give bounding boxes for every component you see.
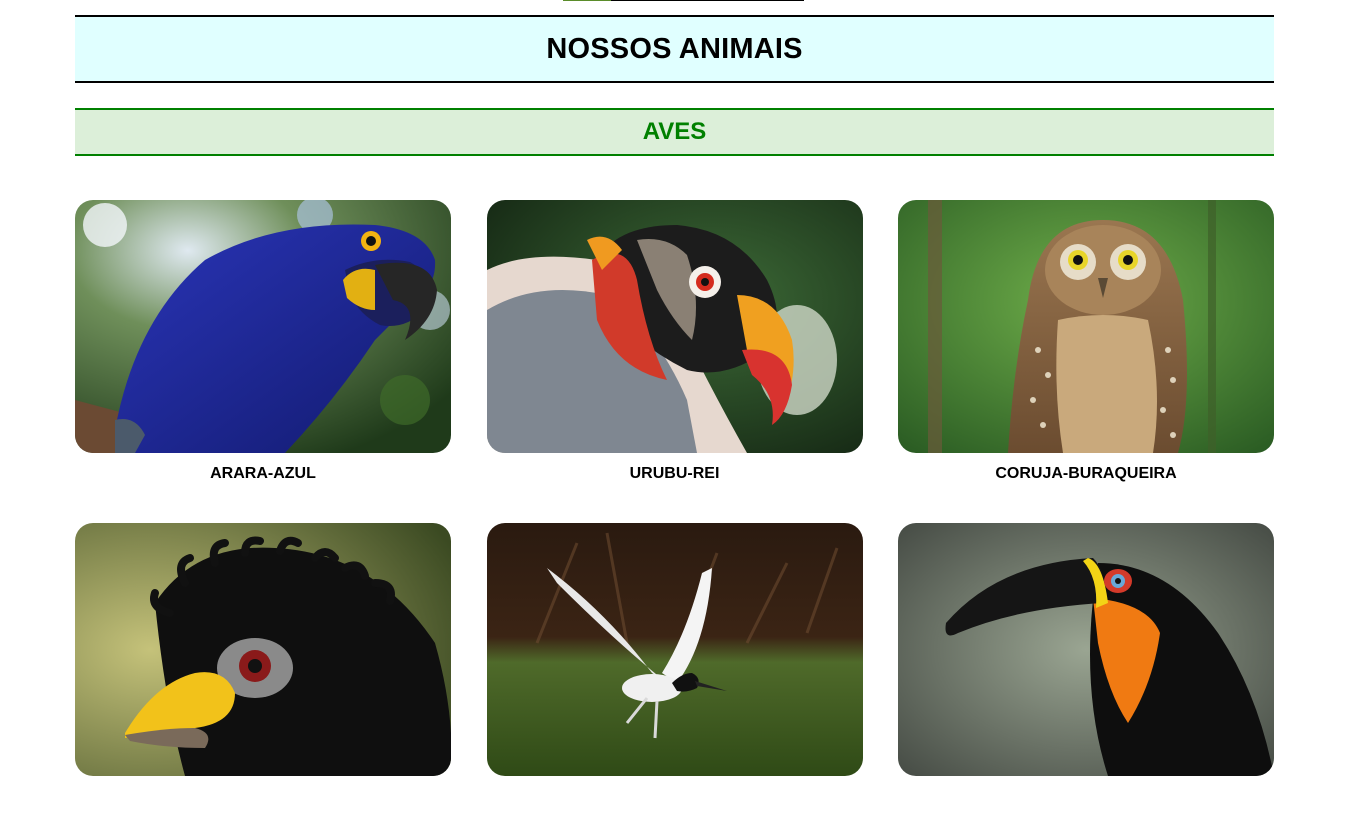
top-nav-underline	[563, 0, 804, 1]
animal-card[interactable]: URUBU-REI	[486, 200, 863, 501]
animal-card[interactable]	[898, 523, 1274, 824]
animal-grid: ARARA-AZUL URUBU-REI CORUJA-BURAQUEIRA	[75, 200, 1274, 824]
animal-card[interactable]: CORUJA-BURAQUEIRA	[898, 200, 1274, 501]
top-nav-active-indicator	[563, 0, 611, 1]
animal-card[interactable]	[75, 523, 451, 824]
toucan-photo[interactable]	[898, 523, 1274, 776]
curassow-photo[interactable]	[75, 523, 451, 776]
page-header: NOSSOS ANIMAIS	[75, 15, 1274, 83]
animal-name	[487, 788, 863, 824]
animal-card[interactable]: ARARA-AZUL	[75, 200, 451, 501]
animal-name: URUBU-REI	[629, 465, 720, 482]
jabiru-stork-photo[interactable]	[486, 523, 863, 776]
animal-name: ARARA-AZUL	[210, 465, 316, 482]
animal-card[interactable]	[486, 523, 863, 824]
animal-name	[898, 788, 1274, 824]
animal-name: CORUJA-BURAQUEIRA	[995, 465, 1177, 482]
section-title: AVES	[642, 118, 707, 145]
king-vulture-photo[interactable]	[486, 200, 863, 453]
section-header-aves: AVES	[75, 108, 1274, 156]
burrowing-owl-photo[interactable]	[898, 200, 1274, 453]
hyacinth-macaw-photo[interactable]	[75, 200, 451, 453]
animal-name	[75, 788, 451, 824]
page-title: NOSSOS ANIMAIS	[546, 32, 803, 65]
